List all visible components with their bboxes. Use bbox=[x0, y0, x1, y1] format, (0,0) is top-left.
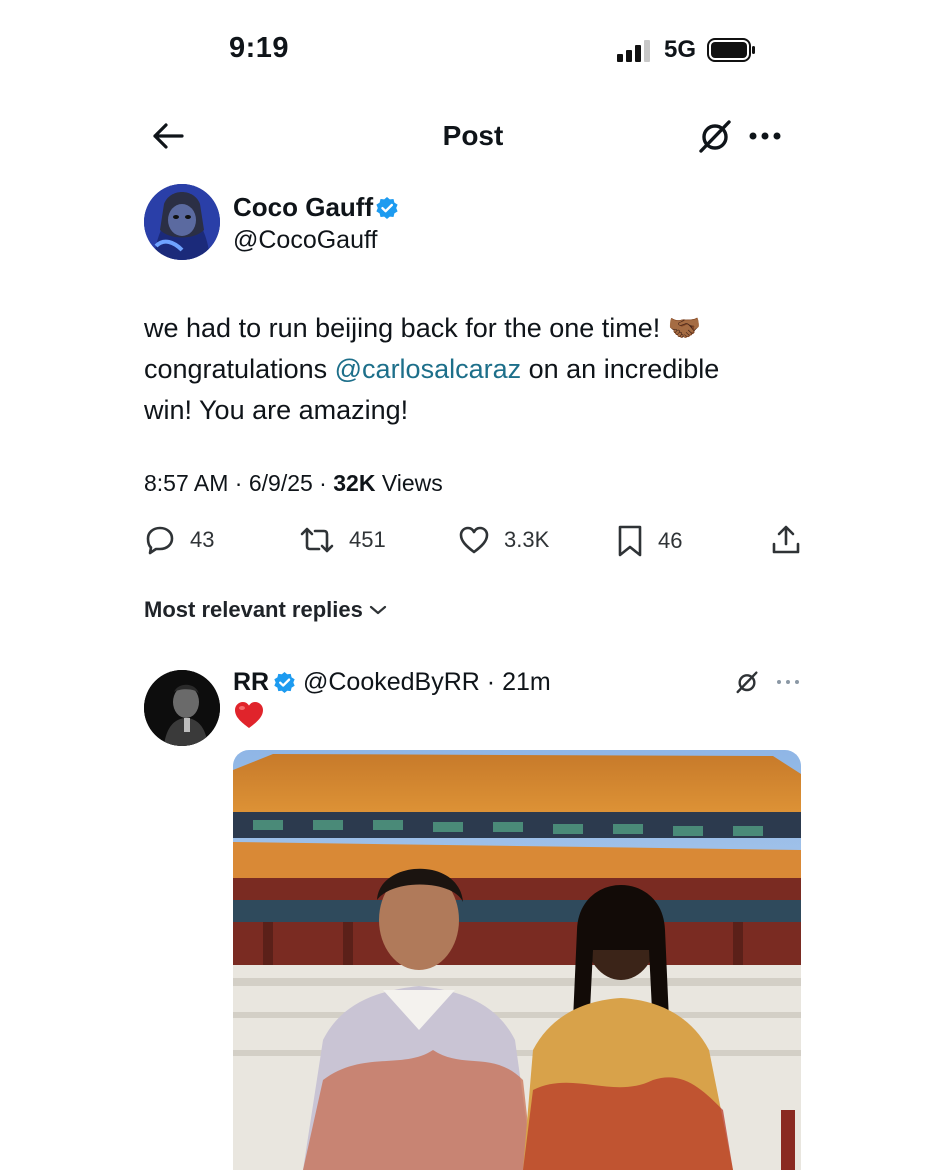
tweet-text-line3: win! You are amazing! bbox=[144, 395, 409, 425]
views-count: 32K bbox=[333, 470, 376, 496]
reply-avatar[interactable] bbox=[144, 670, 220, 746]
share-icon bbox=[772, 525, 800, 554]
reply-count: 43 bbox=[190, 527, 215, 552]
mention-link[interactable]: @carlosalcaraz bbox=[335, 354, 521, 384]
reply-button[interactable]: 43 bbox=[144, 524, 214, 556]
reply-icon bbox=[146, 526, 174, 555]
share-button[interactable] bbox=[770, 524, 802, 556]
tweet-text-line1: we had to run beijing back for the one t… bbox=[144, 313, 661, 343]
like-icon bbox=[459, 526, 489, 554]
tweet-text-after-mention: on an incredible bbox=[528, 354, 720, 384]
bookmark-button[interactable]: 46 bbox=[616, 524, 682, 558]
repost-count: 451 bbox=[349, 527, 386, 552]
bookmark-icon bbox=[618, 525, 642, 557]
reply-age[interactable]: 21m bbox=[502, 668, 551, 696]
reply-handle[interactable]: @CookedByRR bbox=[303, 668, 480, 696]
grok-icon[interactable] bbox=[735, 670, 759, 694]
handshake-emoji: 🤝🏾 bbox=[667, 313, 702, 343]
reply-author-name[interactable]: RR bbox=[233, 668, 295, 697]
battery-icon bbox=[707, 38, 757, 62]
repost-button[interactable]: 451 bbox=[299, 524, 386, 556]
like-button[interactable]: 3.3K bbox=[458, 524, 549, 556]
grok-icon[interactable] bbox=[697, 118, 733, 154]
separator-dot: · bbox=[486, 668, 496, 696]
signal-icon bbox=[617, 40, 653, 62]
status-time: 9:19 bbox=[229, 32, 290, 64]
author-handle[interactable]: @CocoGauff bbox=[233, 226, 377, 255]
tweet-meta: 8:57 AM · 6/9/25 · 32K Views bbox=[144, 470, 443, 496]
chevron-down-icon bbox=[369, 605, 386, 615]
views-label: Views bbox=[381, 470, 443, 496]
reply-heart-emoji bbox=[233, 700, 265, 730]
tweet-text: we had to run beijing back for the one t… bbox=[144, 308, 784, 431]
replies-sort-dropdown[interactable]: Most relevant replies bbox=[144, 597, 387, 623]
page-title: Post bbox=[442, 120, 504, 151]
verified-badge-icon bbox=[274, 671, 295, 694]
verified-badge-icon bbox=[376, 197, 398, 219]
tweet-date[interactable]: 6/9/25 bbox=[249, 470, 313, 496]
replies-sort-label: Most relevant replies bbox=[144, 597, 363, 622]
like-count: 3.3K bbox=[504, 527, 550, 552]
action-bar: 43 451 3.3K 46 bbox=[144, 524, 804, 564]
author-name[interactable]: Coco Gauff bbox=[233, 192, 398, 223]
reply-author-name-text[interactable]: RR bbox=[233, 668, 269, 696]
reply-handle-line: @CookedByRR · 21m bbox=[303, 668, 551, 697]
network-label: 5G bbox=[664, 36, 697, 63]
author-name-text[interactable]: Coco Gauff bbox=[233, 192, 373, 222]
bookmark-count: 46 bbox=[658, 528, 683, 553]
repost-icon bbox=[300, 527, 334, 553]
tweet-text-congrats: congratulations bbox=[144, 354, 328, 384]
author-avatar[interactable] bbox=[144, 184, 220, 260]
reply-media-image[interactable] bbox=[233, 750, 801, 1170]
more-icon[interactable] bbox=[776, 676, 800, 688]
tweet-time[interactable]: 8:57 AM bbox=[144, 470, 228, 496]
more-icon[interactable] bbox=[748, 124, 782, 148]
